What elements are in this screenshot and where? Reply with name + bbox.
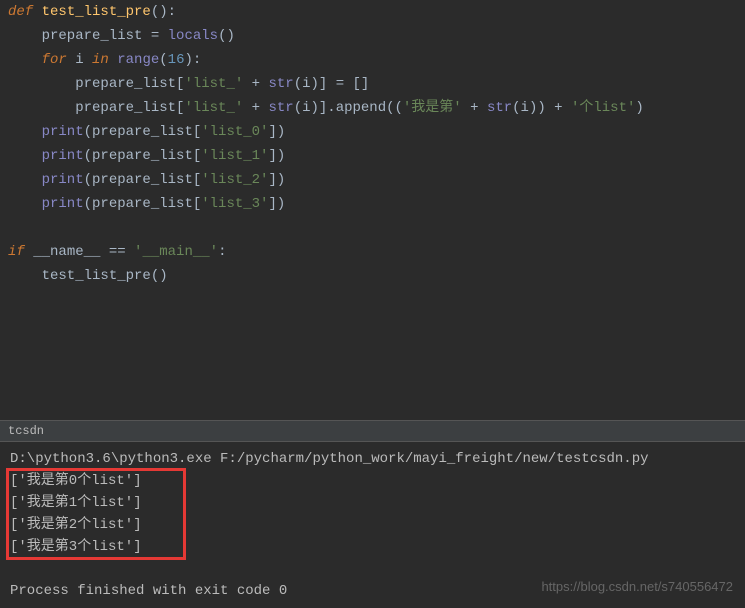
code-line: for i in range(16): (8, 48, 745, 72)
code-line: print(prepare_list['list_2']) (8, 168, 745, 192)
code-line: if __name__ == '__main__': (8, 240, 745, 264)
code-line (8, 216, 745, 240)
code-line: print(prepare_list['list_3']) (8, 192, 745, 216)
code-line: prepare_list = locals() (8, 24, 745, 48)
code-line: def test_list_pre(): (8, 0, 745, 24)
watermark: https://blog.csdn.net/s740556472 (541, 576, 733, 598)
console-command: D:\python3.6\python3.exe F:/pycharm/pyth… (10, 448, 735, 470)
console-result: ['我是第1个list'] (10, 492, 735, 514)
code-editor[interactable]: def test_list_pre(): prepare_list = loca… (0, 0, 745, 420)
console-result: ['我是第3个list'] (10, 536, 735, 558)
console-panel: tcsdn D:\python3.6\python3.exe F:/pychar… (0, 420, 745, 608)
console-tab[interactable]: tcsdn (0, 421, 745, 442)
console-result: ['我是第2个list'] (10, 514, 735, 536)
code-line: prepare_list['list_' + str(i)].append(('… (8, 96, 745, 120)
console-result: ['我是第0个list'] (10, 470, 735, 492)
code-line: prepare_list['list_' + str(i)] = [] (8, 72, 745, 96)
code-line: print(prepare_list['list_0']) (8, 120, 745, 144)
code-line: print(prepare_list['list_1']) (8, 144, 745, 168)
console-output[interactable]: D:\python3.6\python3.exe F:/pycharm/pyth… (0, 442, 745, 608)
code-line: test_list_pre() (8, 264, 745, 288)
